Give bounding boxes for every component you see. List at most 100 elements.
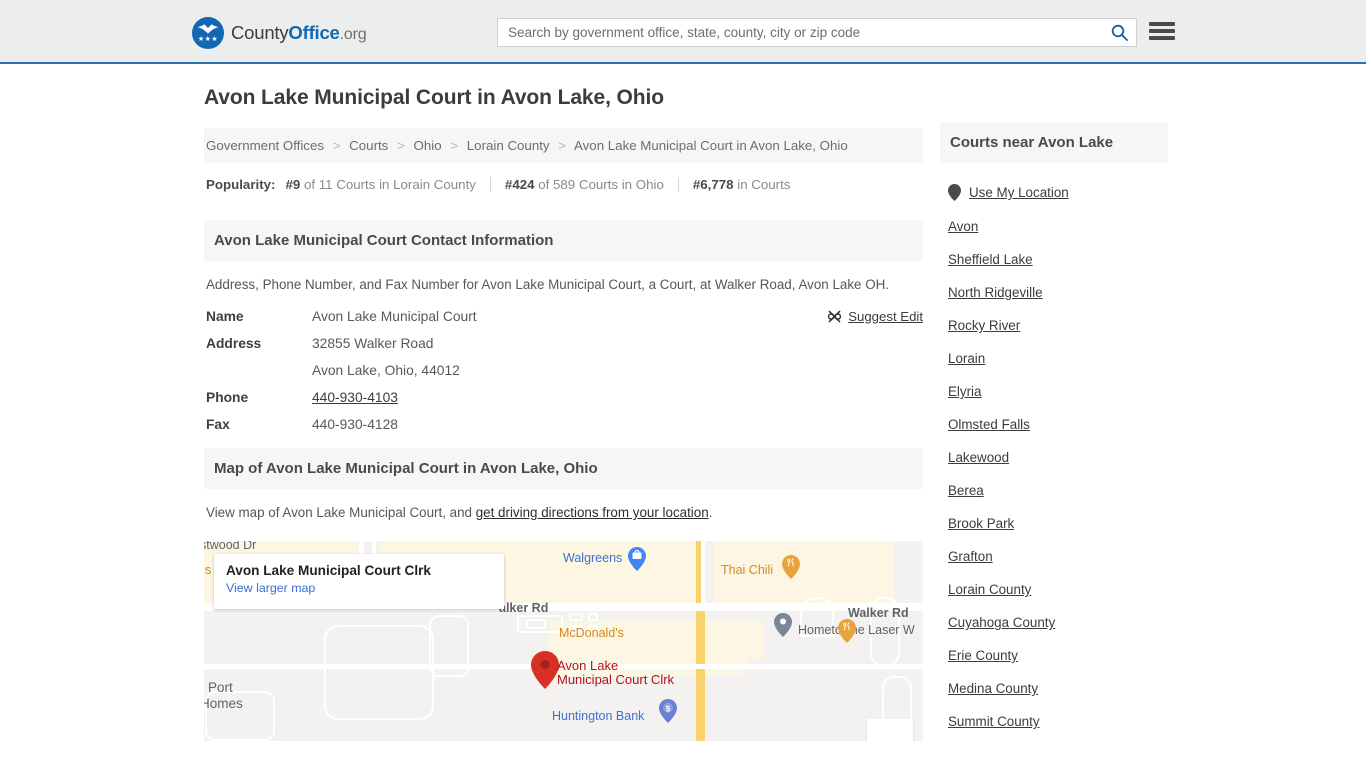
sidebar-item-brook-park[interactable]: Brook Park [948,507,1168,540]
sidebar-link-10[interactable]: Brook Park [948,516,1014,531]
contact-key-fax: Fax [206,417,230,432]
marker-label-line1: Avon Lake [557,658,619,673]
contact-section-description: Address, Phone Number, and Fax Number fo… [206,277,890,292]
sidebar-item-lorain[interactable]: Lorain [948,342,1168,375]
sidebar-item-north-ridgeville[interactable]: North Ridgeville [948,276,1168,309]
site-logo[interactable]: ★★★ CountyOffice.org [192,17,367,49]
sidebar-link-11[interactable]: Grafton [948,549,993,564]
breadcrumb-item-3[interactable]: Lorain County [467,138,550,153]
map-streetview-control[interactable] [885,691,899,715]
sidebar-item-lakewood[interactable]: Lakewood [948,441,1168,474]
map-land-block [704,621,764,659]
search-bar[interactable] [497,18,1137,47]
map-info-card[interactable]: Avon Lake Municipal Court Clrk View larg… [214,554,504,609]
breadcrumb-separator: > [332,138,341,153]
contact-key-name: Name [206,309,244,324]
sidebar-link-13[interactable]: Cuyahoga County [948,615,1055,630]
suggest-edit-label: Suggest Edit [848,309,923,324]
contact-row-address-line2: Avon Lake, Ohio, 44012 [206,363,921,378]
contact-key-phone: Phone [206,390,249,405]
contact-value-fax: 440-930-4128 [312,417,398,432]
sidebar-link-8[interactable]: Lakewood [948,450,1009,465]
breadcrumb-separator: > [558,138,567,153]
sidebar-item-summit-county[interactable]: Summit County [948,705,1168,738]
view-larger-map-link[interactable]: View larger map [226,581,492,595]
sidebar-link-9[interactable]: Berea [948,483,984,498]
logo-org: .org [339,26,367,43]
map-desc-before: View map of Avon Lake Municipal Court, a… [206,505,476,520]
search-button[interactable] [1102,19,1136,46]
contact-value-address-line1: 32855 Walker Road [312,336,434,351]
sidebar-link-7[interactable]: Olmsted Falls [948,417,1030,432]
sidebar-link-2[interactable]: Sheffield Lake [948,252,1033,267]
popularity-stat-1: #424 of 589 Courts in Ohio [489,177,678,192]
map-building [588,613,598,621]
sidebar-link-6[interactable]: Elyria [948,384,981,399]
popularity-rank-1: #424 [504,177,535,192]
map-poi-label: McDonald's [559,626,624,640]
sidebar-item-medina-county[interactable]: Medina County [948,672,1168,705]
map-poi-label: Walgreens [563,551,623,565]
sidebar-link-16[interactable]: Summit County [948,714,1040,729]
sidebar-link-0[interactable]: Use My Location [969,185,1069,200]
sidebar-link-12[interactable]: Lorain County [948,582,1031,597]
sidebar-item-erie-county[interactable]: Erie County [948,639,1168,672]
sidebar-item-sheffield-lake[interactable]: Sheffield Lake [948,243,1168,276]
page-title: Avon Lake Municipal Court in Avon Lake, … [204,86,664,109]
map-building [429,615,469,677]
contact-key-blank [206,363,312,378]
three-stars-shape: ★★★ [197,36,219,43]
marker-label-line2: Municipal Court Clrk [557,672,675,687]
search-input[interactable] [498,25,1102,40]
sidebar-item-lorain-county[interactable]: Lorain County [948,573,1168,606]
map-embed[interactable]: gs Walgreens Thai Chili McDonald's Homet… [204,541,923,741]
map-pin-hometowne-icon [774,613,792,637]
phone-link[interactable]: 440-930-4103 [312,390,398,405]
breadcrumb-item-0[interactable]: Government Offices [206,138,324,153]
sidebar-link-4[interactable]: Rocky River [948,318,1020,333]
sidebar-link-5[interactable]: Lorain [948,351,985,366]
sidebar-item-avon[interactable]: Avon [948,210,1168,243]
breadcrumb-separator: > [397,138,405,153]
sidebar-item-grafton[interactable]: Grafton [948,540,1168,573]
map-building [526,619,546,629]
sidebar-item-olmsted-falls[interactable]: Olmsted Falls [948,408,1168,441]
contact-row-phone: Phone 440-930-4103 [206,390,921,405]
popularity-bar: Popularity: #9 of 11 Courts in Lorain Co… [204,163,923,204]
map-poi-label: gs [204,563,212,577]
map-pin-icon [948,184,961,201]
hamburger-menu-icon[interactable] [1149,20,1175,42]
sidebar-item-cuyahoga-county[interactable]: Cuyahoga County [948,606,1168,639]
map-pin-walgreens-icon [628,547,646,571]
contact-details-table: Suggest Edit Name Avon Lake Municipal Co… [204,301,923,432]
map-road-label: alker Rd [499,601,549,615]
breadcrumb-item-1[interactable]: Courts [349,138,388,153]
sidebar-item-use-my-location[interactable]: Use My Location [948,175,1168,210]
sidebar-link-3[interactable]: North Ridgeville [948,285,1043,300]
sidebar-link-1[interactable]: Avon [948,219,978,234]
map-place-label: Port [208,680,233,695]
sidebar-link-15[interactable]: Medina County [948,681,1038,696]
breadcrumb-item-2[interactable]: Ohio [414,138,442,153]
contact-section-heading: Avon Lake Municipal Court Contact Inform… [204,220,923,261]
sidebar-item-elyria[interactable]: Elyria [948,375,1168,408]
map-poi-label: Hometowne Laser W [798,623,915,637]
sidebar-link-14[interactable]: Erie County [948,648,1018,663]
map-pin-main-marker-icon [531,651,559,689]
suggest-edit-button[interactable]: Suggest Edit [827,309,923,324]
map-zoom-control[interactable] [867,719,913,741]
popularity-rest-1: of 589 Courts in Ohio [534,177,664,192]
main-content: Avon Lake Municipal Court in Avon Lake, … [204,86,923,741]
sidebar-item-rocky-river[interactable]: Rocky River [948,309,1168,342]
map-section-description: View map of Avon Lake Municipal Court, a… [204,489,923,529]
map-road-vertical [701,541,705,603]
driving-directions-link[interactable]: get driving directions from your locatio… [476,505,709,520]
map-pin-thai-chili-icon [782,555,800,579]
eagle-wings-shape [197,24,219,34]
contact-row-address: Address 32855 Walker Road [206,336,921,351]
map-place-label: Homes [204,696,243,711]
popularity-stat-0: #9 of 11 Courts in Lorain County [285,177,489,192]
site-header: ★★★ CountyOffice.org [0,0,1366,64]
sidebar-item-berea[interactable]: Berea [948,474,1168,507]
popularity-rank-0: #9 [285,177,301,192]
